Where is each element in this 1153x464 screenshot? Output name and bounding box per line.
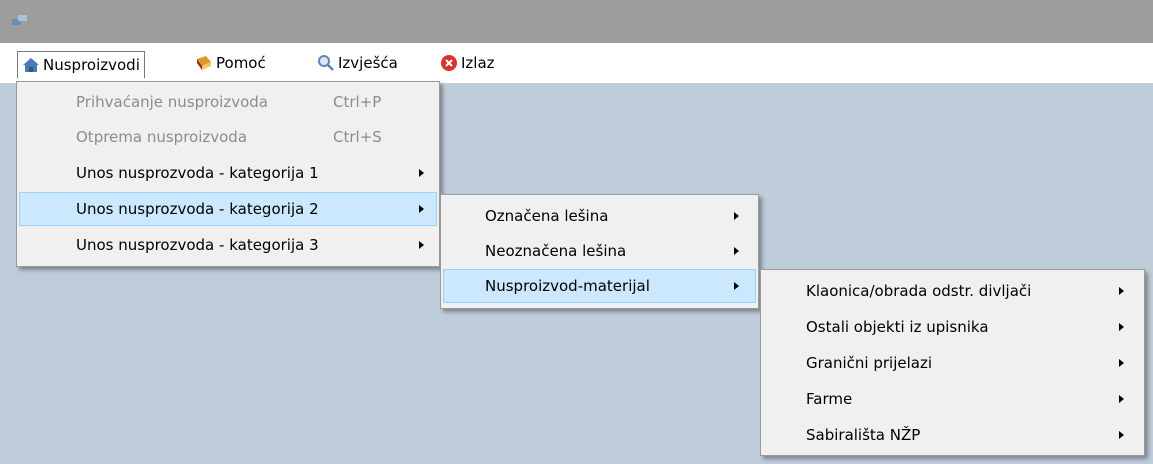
menu-item-label: Farme [806, 390, 853, 408]
submenu-arrow-icon [419, 205, 424, 213]
submenu-arrow-icon [419, 169, 424, 177]
submenu-arrow-icon [1119, 431, 1124, 439]
title-bar [0, 0, 1153, 43]
menu-item-nusproizvod-materijal[interactable]: Nusproizvod-materijal [443, 269, 756, 303]
magnifier-icon [318, 55, 334, 71]
menu-label: Pomoć [216, 54, 266, 72]
menu-item-granicni-prijelazi[interactable]: Granični prijelazi [763, 346, 1142, 380]
submenu-arrow-icon [1119, 359, 1124, 367]
menu-item-farme[interactable]: Farme [763, 382, 1142, 416]
exit-icon [441, 55, 457, 71]
dropdown-kategorija-2: Označena lešina Neoznačena lešina Nuspro… [440, 194, 759, 309]
menu-bar: Nusproizvodi Pomoć Izvješća Izlaz [0, 43, 1153, 83]
menu-item-prihvacanje[interactable]: Prihvaćanje nusproizvoda Ctrl+P [19, 85, 437, 119]
menu-item-sabiralista-nzp[interactable]: Sabirališta NŽP [763, 418, 1142, 452]
menu-item-klaonica[interactable]: Klaonica/obrada odstr. divljači [763, 274, 1142, 308]
dropdown-nusproizvod-materijal: Klaonica/obrada odstr. divljači Ostali o… [760, 269, 1145, 456]
help-book-icon [197, 56, 211, 70]
menu-item-label: Unos nusprozvoda - kategorija 3 [76, 236, 319, 254]
menu-item-otprema[interactable]: Otprema nusproizvoda Ctrl+S [19, 120, 437, 154]
submenu-arrow-icon [734, 247, 739, 255]
menu-item-label: Granični prijelazi [806, 354, 932, 372]
app-icon [12, 15, 27, 25]
menu-item-label: Neoznačena lešina [485, 242, 627, 260]
menu-item-label: Otprema nusproizvoda [76, 128, 248, 146]
menu-nusproizvodi[interactable]: Nusproizvodi [17, 51, 145, 78]
submenu-arrow-icon [1119, 395, 1124, 403]
menu-item-label: Sabirališta NŽP [806, 426, 921, 444]
menu-item-label: Unos nusprozvoda - kategorija 1 [76, 164, 319, 182]
menu-item-label: Ostali objekti iz upisnika [806, 318, 989, 336]
submenu-arrow-icon [1119, 287, 1124, 295]
submenu-arrow-icon [419, 241, 424, 249]
menu-pomoc[interactable]: Pomoć [191, 51, 270, 75]
menu-item-kategorija-3[interactable]: Unos nusprozvoda - kategorija 3 [19, 228, 437, 262]
menu-item-kategorija-2[interactable]: Unos nusprozvoda - kategorija 2 [19, 192, 437, 226]
menu-item-label: Označena lešina [485, 207, 609, 225]
menu-item-label: Nusproizvod-materijal [485, 277, 650, 295]
menu-item-label: Unos nusprozvoda - kategorija 2 [76, 200, 319, 218]
menu-item-kategorija-1[interactable]: Unos nusprozvoda - kategorija 1 [19, 156, 437, 190]
submenu-arrow-icon [734, 282, 739, 290]
menu-label: Izvješća [338, 54, 398, 72]
submenu-arrow-icon [1119, 323, 1124, 331]
menu-item-label: Prihvaćanje nusproizvoda [76, 93, 268, 111]
menu-izlaz[interactable]: Izlaz [436, 51, 499, 75]
submenu-arrow-icon [734, 212, 739, 220]
menu-item-neoznacena-lesina[interactable]: Neoznačena lešina [443, 234, 756, 268]
menu-izvjesca[interactable]: Izvješća [313, 51, 402, 75]
house-icon [23, 58, 39, 72]
menu-label: Nusproizvodi [43, 56, 140, 74]
dropdown-nusproizvodi: Prihvaćanje nusproizvoda Ctrl+P Otprema … [16, 81, 440, 267]
menu-item-label: Klaonica/obrada odstr. divljači [806, 282, 1032, 300]
menu-item-shortcut: Ctrl+S [333, 128, 382, 146]
menu-item-shortcut: Ctrl+P [333, 93, 382, 111]
menu-item-oznacena-lesina[interactable]: Označena lešina [443, 199, 756, 233]
menu-item-ostali-objekti[interactable]: Ostali objekti iz upisnika [763, 310, 1142, 344]
menu-label: Izlaz [461, 54, 495, 72]
